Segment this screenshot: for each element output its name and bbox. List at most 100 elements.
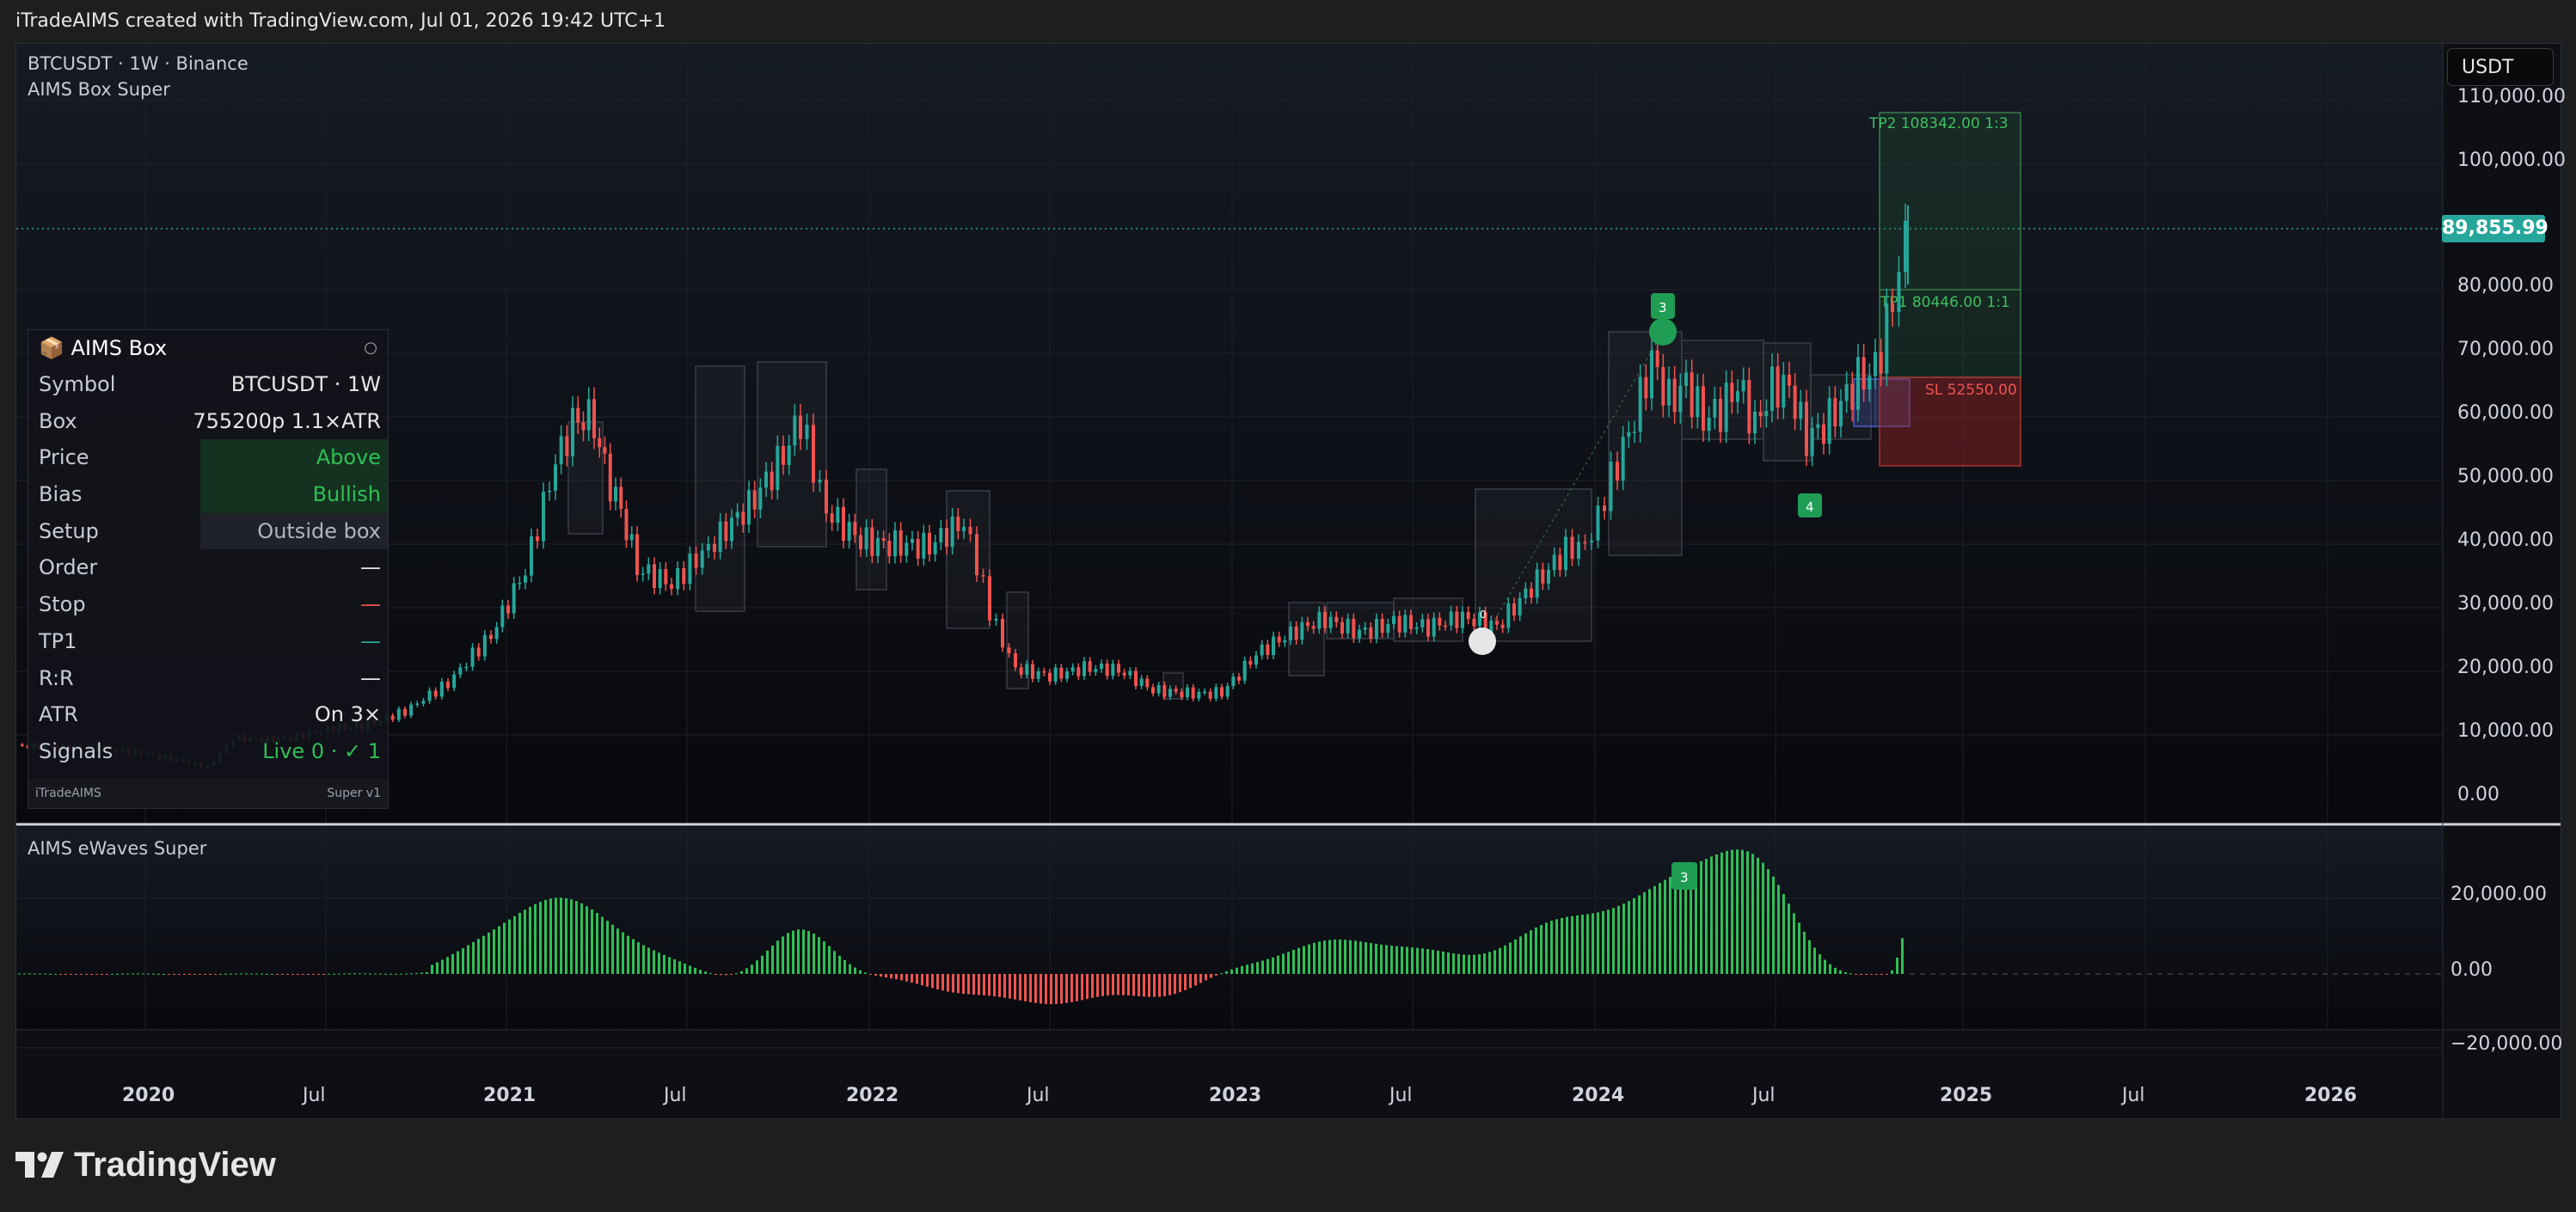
- oscillator-bar: [1592, 913, 1594, 974]
- oscillator-bar: [1174, 974, 1176, 995]
- candle-body: [1242, 660, 1247, 681]
- candle-body: [939, 528, 943, 543]
- candle-body: [559, 436, 563, 465]
- candle-body: [1590, 540, 1593, 542]
- oscillator-bar: [410, 973, 413, 975]
- candle-body: [1403, 615, 1408, 633]
- oscillator-bar: [823, 941, 825, 974]
- oscillator-bar: [1370, 943, 1372, 974]
- indicator-legend[interactable]: AIMS Box Super: [28, 79, 170, 100]
- price-tick-label: 50,000.00: [2457, 466, 2554, 487]
- oscillator-bar: [34, 973, 36, 975]
- oscillator-bar: [1127, 974, 1130, 996]
- candle-body: [1323, 611, 1327, 628]
- oscillator-bar: [1411, 947, 1414, 974]
- oscillator-bar: [549, 898, 552, 974]
- oscillator-bar: [1272, 957, 1274, 974]
- oscillator-bar: [905, 974, 908, 982]
- candle-body: [1512, 603, 1516, 616]
- oscillator-bar: [1421, 948, 1424, 974]
- oscillator-legend[interactable]: AIMS eWaves Super: [28, 838, 206, 859]
- oscillator-bar: [802, 929, 805, 974]
- panel-toggle-icon[interactable]: ○: [364, 330, 377, 366]
- oscillator-bar: [890, 974, 892, 979]
- candle-body: [1386, 624, 1390, 634]
- oscillator-bar: [168, 974, 170, 975]
- oscillator-bar: [1009, 974, 1011, 999]
- oscillator-bar: [1086, 974, 1089, 1000]
- candle-body: [1254, 655, 1258, 665]
- candle-body: [1753, 411, 1757, 434]
- candle-body: [1719, 398, 1722, 432]
- oscillator-bar: [1715, 854, 1718, 974]
- oscillator-bar: [678, 961, 681, 974]
- candle-body: [787, 445, 791, 465]
- oscillator-bar: [44, 973, 46, 975]
- oscillator-bar: [1029, 974, 1032, 1002]
- time-tick-label: 2022: [846, 1085, 899, 1106]
- candle-body: [782, 445, 785, 465]
- oscillator-bar: [178, 974, 181, 975]
- chart-canvas[interactable]: TP2 108342.00 1:3TP1 80446.00 1:1SL 5255…: [16, 44, 2561, 1118]
- candle-body: [1375, 618, 1378, 639]
- candle-body: [1369, 627, 1373, 639]
- oscillator-bar: [1339, 939, 1341, 974]
- candle-body: [694, 554, 698, 568]
- oscillator-bar: [379, 973, 382, 975]
- oscillator-bar: [1101, 974, 1104, 996]
- oscillator-bar: [1261, 960, 1264, 974]
- oscillator-bar: [988, 974, 991, 996]
- oscillator-bar: [1457, 953, 1460, 974]
- symbol-legend[interactable]: BTCUSDT · 1W · Binance: [28, 53, 248, 74]
- oscillator-bar: [503, 922, 506, 974]
- candle-body: [396, 708, 401, 720]
- oscillator-bar: [1143, 974, 1145, 997]
- currency-button[interactable]: USDT: [2447, 48, 2554, 86]
- oscillator-bar: [1313, 942, 1316, 974]
- oscillator-bar: [1179, 974, 1181, 993]
- oscillator-bar: [498, 926, 500, 974]
- panel-row-rr: R:R —: [28, 660, 388, 697]
- range-box: [1681, 340, 1764, 440]
- oscillator-bar: [1024, 974, 1027, 1001]
- candle-body: [576, 407, 580, 423]
- oscillator-bar: [400, 973, 402, 975]
- price-tick-label: 70,000.00: [2457, 339, 2554, 360]
- oscillator-bar: [1488, 952, 1491, 974]
- panel-row-value: Live 0 · ✓ 1: [262, 738, 381, 763]
- candle-body: [614, 487, 617, 502]
- candle-body: [1397, 615, 1401, 633]
- panel-row-value: —: [360, 628, 381, 653]
- candle-body: [1570, 536, 1574, 560]
- oscillator-bar: [1416, 947, 1419, 974]
- panel-row-key: R:R: [39, 665, 74, 690]
- oscillator-bar: [1334, 940, 1336, 974]
- oscillator-bar: [1819, 954, 1821, 974]
- panel-row-value: Outside box: [257, 518, 381, 543]
- panel-row-value: 755200p 1.1×ATR: [193, 408, 381, 433]
- oscillator-bar: [1653, 885, 1656, 974]
- oscillator-bar: [1070, 974, 1073, 1002]
- candle-body: [1180, 691, 1184, 698]
- candle-body: [1083, 661, 1086, 676]
- oscillator-bar: [333, 973, 335, 975]
- oscillator-bar: [663, 954, 665, 974]
- candle-body: [1524, 588, 1528, 598]
- candle-body: [1904, 220, 1907, 272]
- oscillator-bar: [1194, 974, 1197, 986]
- candle-body: [1850, 383, 1855, 410]
- tradingview-brand[interactable]: TradingView: [15, 1143, 276, 1186]
- oscillator-bar: [64, 974, 67, 975]
- chart-frame[interactable]: TP2 108342.00 1:3 TP1 80446.00 1:1 SL 5255…: [15, 43, 2561, 1119]
- candle-body: [1105, 664, 1109, 676]
- oscillator-bar: [1550, 921, 1553, 974]
- candle-body: [1294, 626, 1298, 640]
- candle-body: [1311, 626, 1316, 629]
- oscillator-bar: [271, 973, 273, 975]
- oscillator-bar: [947, 974, 949, 992]
- candle-body: [1094, 669, 1098, 672]
- time-tick-label: 2020: [122, 1085, 175, 1106]
- candle-body: [994, 618, 998, 621]
- candle-body: [1856, 357, 1860, 410]
- oscillator-bar: [389, 973, 392, 975]
